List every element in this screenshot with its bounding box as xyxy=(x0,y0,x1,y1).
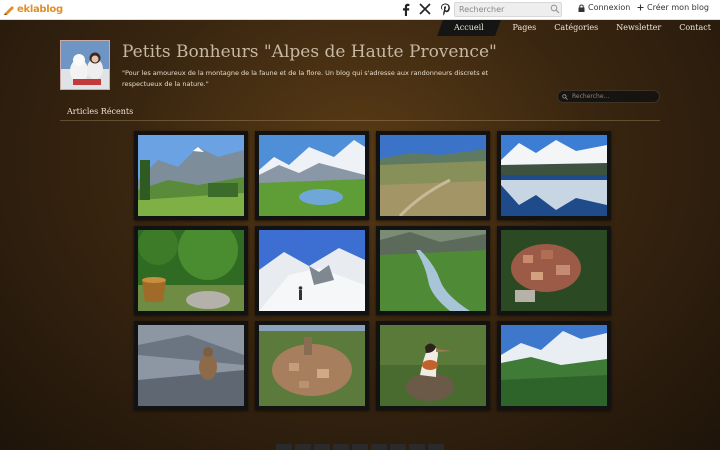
facebook-icon[interactable] xyxy=(398,2,412,16)
nav-item-pages[interactable]: Pages xyxy=(503,20,545,36)
plus-icon xyxy=(637,4,644,11)
blog-search-input[interactable] xyxy=(557,90,660,103)
x-icon[interactable] xyxy=(418,2,432,16)
nav-item-contact[interactable]: Contact xyxy=(670,20,720,36)
thumbnail-snowy-mountain-range[interactable] xyxy=(497,321,611,410)
avatar-photo xyxy=(61,41,109,89)
search-icon xyxy=(562,94,568,100)
search-icon[interactable] xyxy=(550,4,560,14)
lock-icon xyxy=(578,4,585,12)
page-button[interactable] xyxy=(390,444,406,450)
nav-item-newsletter[interactable]: Newsletter xyxy=(607,20,670,36)
connexion-label: Connexion xyxy=(588,3,631,12)
thumbnail-village-rooftops[interactable] xyxy=(497,226,611,315)
page-button[interactable] xyxy=(295,444,311,450)
nav-item-categories[interactable]: Catégories xyxy=(545,20,607,36)
eklablog-logo[interactable]: eklablog xyxy=(4,0,63,20)
thumbnail-mountain-lake-reflection[interactable] xyxy=(497,131,611,220)
thumbnail-hilltop-village[interactable] xyxy=(255,321,369,410)
thumbnail-marmot-rock[interactable] xyxy=(134,321,248,410)
recent-articles-heading: Articles Récents xyxy=(67,107,134,116)
thumbnail-snow-hiker[interactable] xyxy=(255,226,369,315)
thumbnail-river-valley-plain[interactable] xyxy=(376,131,490,220)
page-button[interactable] xyxy=(276,444,292,450)
platform-topbar: eklablog Connexion Créer mon blog xyxy=(0,0,720,20)
page-button[interactable] xyxy=(352,444,368,450)
thumbnail-forest-flowers-pot[interactable] xyxy=(134,226,248,315)
pagination xyxy=(276,444,444,450)
thumbnail-grebe-bird[interactable] xyxy=(376,321,490,410)
page-button[interactable] xyxy=(333,444,349,450)
page-button[interactable] xyxy=(371,444,387,450)
thumbnail-mountain-stream[interactable] xyxy=(376,226,490,315)
main-nav: Accueil Pages Catégories Newsletter Cont… xyxy=(436,20,720,36)
create-blog-label: Créer mon blog xyxy=(647,3,709,12)
nav-label: Accueil xyxy=(453,23,484,32)
site-description: "Pour les amoureux de la montagne de la … xyxy=(122,69,489,88)
site-title[interactable]: Petits Bonheurs "Alpes de Haute Provence… xyxy=(122,42,497,62)
thumbnail-snowy-peaks-lake[interactable] xyxy=(255,131,369,220)
nav-item-accueil[interactable]: Accueil xyxy=(436,20,501,36)
pencil-logo-icon xyxy=(4,5,14,15)
social-links xyxy=(398,2,452,16)
create-blog-link[interactable]: Créer mon blog xyxy=(637,3,709,12)
connexion-link[interactable]: Connexion xyxy=(578,3,630,12)
logo-text: eklablog xyxy=(17,4,63,15)
pinterest-icon[interactable] xyxy=(438,2,452,16)
section-divider xyxy=(60,120,660,121)
page-button[interactable] xyxy=(314,444,330,450)
topbar-search-input[interactable] xyxy=(454,2,562,17)
page-button[interactable] xyxy=(409,444,425,450)
blog-avatar[interactable] xyxy=(60,40,110,90)
thumbnail-mountain-valley-meadow[interactable] xyxy=(134,131,248,220)
page-button[interactable] xyxy=(428,444,444,450)
recent-articles-gallery xyxy=(134,131,612,414)
